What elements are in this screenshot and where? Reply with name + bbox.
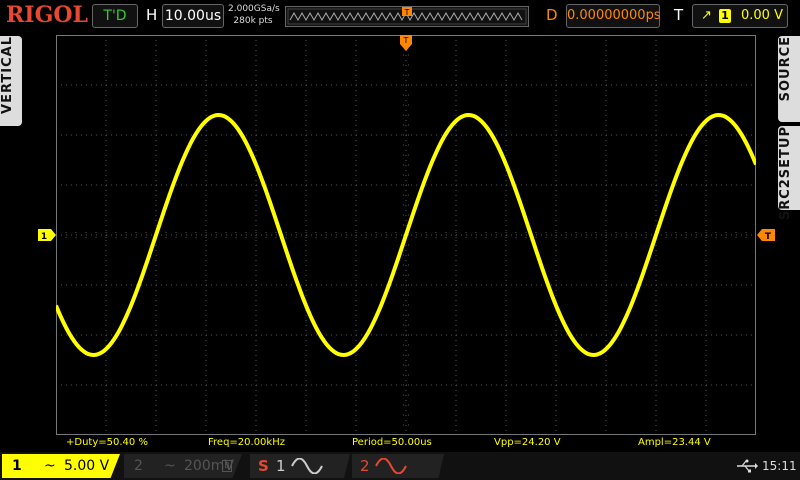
- top-status-bar: RIGOL T'D H 10.00us 2.000GSa/s 280k pts …: [0, 0, 800, 30]
- source-tab-label: SOURCE: [778, 36, 793, 102]
- memory-depth: 280k pts: [233, 16, 273, 26]
- src2setup-tab-label: SRC2SETUP: [778, 126, 793, 221]
- sample-rate: 2.000GSa/s: [228, 4, 280, 14]
- trigger-position-marker[interactable]: T: [400, 35, 412, 51]
- duty-measurement[interactable]: +Duty=50.40 %: [66, 437, 148, 448]
- source2-number: 2: [360, 457, 370, 475]
- src2setup-menu-tab[interactable]: SRC2SETUP: [778, 126, 800, 220]
- channel2-status[interactable]: 2 ~ 200mV B: [124, 454, 242, 478]
- amplitude-measurement[interactable]: Ampl=23.44 V: [638, 437, 711, 448]
- measurement-bar: +Duty=50.40 % Freq=20.00kHz Period=50.00…: [56, 436, 756, 450]
- trigger-settings[interactable]: ↗ 1 0.00 V: [692, 4, 788, 28]
- trigger-level-value: 0.00 V: [741, 8, 783, 23]
- horizontal-label: H: [146, 6, 158, 24]
- memory-waveform-icon: T: [287, 7, 527, 25]
- delay-value[interactable]: 0.00000000ps: [566, 4, 661, 28]
- memory-overview-strip[interactable]: T: [285, 6, 529, 27]
- delay-label: D: [546, 6, 558, 24]
- trigger-label: T: [674, 6, 684, 24]
- sine-wave-icon: [291, 458, 323, 474]
- acquisition-info: 2.000GSa/s 280k pts: [228, 3, 280, 27]
- vertical-tab-label: VERTICAL: [0, 36, 15, 114]
- bottom-channel-bar: 1 ~ 5.00 V 2 ~ 200mV B S 1 2 15:11: [0, 452, 800, 480]
- memory-trigger-marker: T: [404, 8, 410, 17]
- rising-edge-icon: ↗: [701, 8, 712, 23]
- sine-wave-icon: [375, 458, 407, 474]
- source-label: S: [258, 457, 269, 475]
- run-status-indicator[interactable]: T'D: [92, 4, 138, 28]
- svg-text:T: T: [403, 36, 409, 45]
- source1-status[interactable]: S 1: [250, 454, 350, 478]
- channel1-ground-marker[interactable]: 1: [38, 229, 56, 241]
- vpp-measurement[interactable]: Vpp=24.20 V: [494, 437, 561, 448]
- source2-status[interactable]: 2: [352, 454, 444, 478]
- timebase-value[interactable]: 10.00us: [162, 4, 224, 28]
- vertical-menu-tab[interactable]: VERTICAL: [0, 36, 22, 126]
- trigger-source-badge: 1: [719, 9, 731, 23]
- channel1-scale: 5.00 V: [64, 458, 110, 474]
- frequency-measurement[interactable]: Freq=20.00kHz: [208, 437, 285, 448]
- waveform-display[interactable]: T: [56, 35, 756, 435]
- period-measurement[interactable]: Period=50.00us: [352, 437, 432, 448]
- clock: 15:11: [762, 459, 797, 473]
- source-menu-tab[interactable]: SOURCE: [778, 36, 800, 122]
- source1-number: 1: [276, 457, 286, 475]
- channel2-number: 2: [134, 458, 143, 474]
- channel1-coupling: ~: [44, 458, 56, 474]
- channel1-number: 1: [12, 458, 22, 474]
- svg-text:T: T: [765, 232, 772, 241]
- svg-text:1: 1: [41, 232, 47, 241]
- trigger-level-marker[interactable]: T: [757, 229, 775, 241]
- usb-icon: [737, 459, 758, 473]
- channel1-status[interactable]: 1 ~ 5.00 V: [2, 454, 120, 478]
- bandwidth-limit-icon: B: [222, 460, 232, 472]
- channel2-coupling: ~: [164, 458, 176, 474]
- rigol-logo: RIGOL: [6, 2, 88, 28]
